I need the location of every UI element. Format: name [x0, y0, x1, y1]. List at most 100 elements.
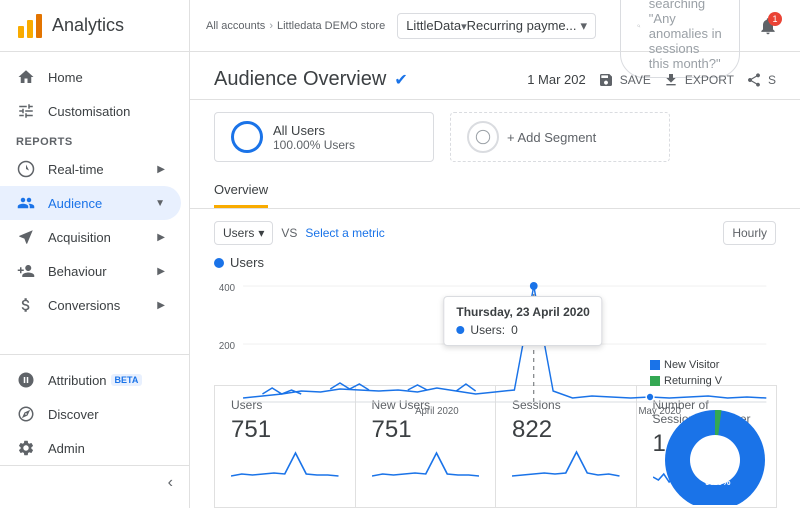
sidebar-item-behaviour[interactable]: Behaviour ▶	[0, 254, 181, 288]
admin-icon	[16, 439, 36, 457]
sidebar: Analytics Home Customisation REPORTS	[0, 0, 190, 508]
tooltip-metric-value: 0	[511, 323, 518, 337]
stat-users-value: 751	[231, 416, 339, 444]
share-icon	[746, 72, 762, 88]
notification-badge: 1	[768, 12, 782, 26]
sidebar-nav: Home Customisation REPORTS Real-time ▶	[0, 52, 189, 354]
reports-section-label: REPORTS	[0, 128, 189, 152]
breadcrumb-store: Littledata DEMO store	[277, 20, 385, 32]
breadcrumb-account: All accounts	[206, 20, 265, 32]
select-metric-button[interactable]: Select a metric	[305, 226, 384, 240]
add-segment-icon	[467, 121, 499, 153]
topbar-actions: 1	[752, 10, 784, 42]
new-visitor-legend-label: New Visitor	[664, 359, 719, 371]
realtime-icon	[16, 160, 36, 178]
app-container: Analytics Home Customisation REPORTS	[0, 0, 800, 508]
segment-row: All Users 100.00% Users + Add Segment	[190, 100, 800, 174]
discover-label: Discover	[48, 407, 99, 422]
account-selector[interactable]: LittleData▾Recurring payme... ▾	[397, 13, 596, 39]
sidebar-bottom: Attribution BETA Discover Admin ‹	[0, 354, 189, 508]
admin-label: Admin	[48, 441, 85, 456]
sidebar-title: Analytics	[52, 15, 124, 36]
acquisition-expand-icon: ▶	[157, 232, 165, 243]
realtime-label: Real-time	[48, 162, 104, 177]
sidebar-item-acquisition[interactable]: Acquisition ▶	[0, 220, 181, 254]
svg-text:400: 400	[219, 283, 236, 294]
segment-circle-icon	[231, 121, 263, 153]
search-icon	[637, 18, 641, 34]
segment-percent: 100.00% Users	[273, 138, 355, 152]
customisation-icon	[16, 102, 36, 120]
sidebar-item-home[interactable]: Home	[0, 60, 181, 94]
date-range: 1 Mar 202	[527, 72, 586, 87]
export-button[interactable]: EXPORT	[663, 72, 734, 88]
export-label: EXPORT	[685, 73, 734, 87]
sidebar-item-realtime[interactable]: Real-time ▶	[0, 152, 181, 186]
metric-dropdown[interactable]: Users ▾	[214, 221, 273, 245]
returning-legend-color	[650, 376, 660, 386]
metric-dropdown-icon: ▾	[258, 226, 264, 240]
attribution-label: Attribution	[48, 373, 107, 388]
stat-new-users-value: 751	[372, 416, 480, 444]
realtime-expand-icon: ▶	[157, 164, 165, 175]
stat-sessions-sparkline	[512, 448, 620, 478]
segment-info: All Users 100.00% Users	[273, 123, 355, 152]
pie-legend-returning: Returning V	[650, 375, 800, 387]
save-button[interactable]: SAVE	[598, 72, 651, 88]
add-segment-button[interactable]: + Add Segment	[450, 112, 670, 162]
acquisition-label: Acquisition	[48, 230, 111, 245]
home-label: Home	[48, 70, 83, 85]
new-visitor-legend-color	[650, 360, 660, 370]
topbar: All accounts › Littledata DEMO store Lit…	[190, 0, 800, 52]
tab-row: Overview	[190, 174, 800, 209]
conversions-label: Conversions	[48, 298, 120, 313]
sidebar-collapse-button[interactable]: ‹	[0, 465, 189, 500]
pie-legend-new-visitor: New Visitor	[650, 359, 800, 371]
share-label: S	[768, 73, 776, 87]
behaviour-icon	[16, 262, 36, 280]
share-button[interactable]: S	[746, 72, 776, 88]
sidebar-item-customisation[interactable]: Customisation	[0, 94, 181, 128]
sidebar-item-admin[interactable]: Admin	[0, 431, 181, 465]
audience-expand-icon: ▼	[155, 198, 165, 209]
tooltip-dot-icon	[456, 326, 464, 334]
all-users-segment[interactable]: All Users 100.00% Users	[214, 112, 434, 162]
chart-legend: Users	[214, 255, 776, 270]
verified-icon: ✔	[394, 70, 407, 90]
svg-text:97.9%: 97.9%	[705, 477, 731, 487]
chart-controls: Users ▾ VS Select a metric Hourly	[214, 221, 776, 245]
metric-label: Users	[223, 226, 254, 240]
pie-legend: New Visitor Returning V	[650, 355, 800, 395]
audience-label: Audience	[48, 196, 102, 211]
home-icon	[16, 68, 36, 86]
discover-icon	[16, 405, 36, 423]
sidebar-header: Analytics	[0, 0, 189, 52]
conversions-icon	[16, 296, 36, 314]
sidebar-item-attribution[interactable]: Attribution BETA	[0, 363, 181, 397]
sidebar-item-conversions[interactable]: Conversions ▶	[0, 288, 181, 322]
audience-icon	[16, 194, 36, 212]
returning-legend-label: Returning V	[664, 375, 722, 387]
pie-chart-area: New Visitor Returning V 97.9%	[650, 355, 800, 510]
svg-text:April 2020: April 2020	[415, 406, 459, 416]
breadcrumb-separator: ›	[269, 20, 273, 32]
save-label: SAVE	[620, 73, 651, 87]
notification-button[interactable]: 1	[752, 10, 784, 42]
analytics-logo	[16, 12, 44, 40]
stat-users-sparkline	[231, 448, 339, 478]
tab-overview[interactable]: Overview	[214, 174, 268, 208]
content-header: Audience Overview ✔ 1 Mar 202 SAVE EXPOR…	[190, 52, 800, 100]
stat-sessions-value: 822	[512, 416, 620, 444]
hourly-button[interactable]: Hourly	[723, 221, 776, 245]
tooltip-metric-label: Users:	[470, 323, 505, 337]
sidebar-item-discover[interactable]: Discover	[0, 397, 181, 431]
chart-tooltip: Thursday, 23 April 2020 Users: 0	[443, 296, 602, 346]
customisation-label: Customisation	[48, 104, 130, 119]
account-dropdown-icon: ▾	[580, 18, 587, 34]
breadcrumb: All accounts › Littledata DEMO store	[206, 20, 385, 32]
conversions-expand-icon: ▶	[157, 300, 165, 311]
export-icon	[663, 72, 679, 88]
segment-name: All Users	[273, 123, 355, 138]
stat-new-users-sparkline	[372, 448, 480, 478]
sidebar-item-audience[interactable]: Audience ▼	[0, 186, 181, 220]
